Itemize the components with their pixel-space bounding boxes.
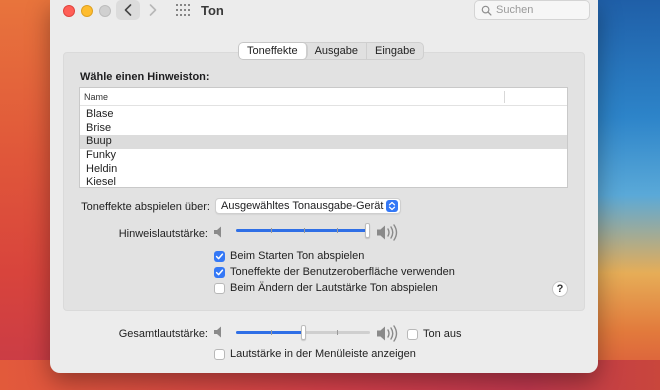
desktop-wallpaper-right (596, 0, 660, 390)
list-item[interactable]: Blase (80, 108, 567, 122)
title-bar: Ton Suchen (50, 0, 598, 24)
ui-sound-effects-row[interactable]: Toneffekte der Benutzeroberfläche verwen… (214, 265, 455, 279)
volume-feedback-row[interactable]: Beim Ändern der Lautstärke Ton abspielen (214, 281, 438, 295)
list-column-header[interactable]: Name (80, 88, 567, 106)
list-item[interactable]: Heldin (80, 163, 567, 177)
volume-feedback-label: Beim Ändern der Lautstärke Ton abspielen (230, 282, 438, 294)
window-title: Ton (201, 3, 224, 18)
show-all-grid-icon[interactable] (176, 4, 190, 16)
sound-preferences-window: Ton Suchen Toneffekte Ausgabe Eingabe Wä… (50, 0, 598, 373)
alert-sound-list[interactable]: Name Blase Brise Buup Funky Heldin Kiese… (79, 87, 568, 188)
chevron-right-icon (149, 4, 157, 16)
slider-tick (271, 228, 272, 233)
chevron-left-icon (124, 4, 132, 16)
output-device-popup[interactable]: Ausgewähltes Tonausgabe-Gerät (215, 198, 401, 214)
play-via-label: Toneffekte abspielen über: (81, 201, 210, 213)
list-item[interactable]: Kiesel (80, 176, 567, 187)
tab-bar: Toneffekte Ausgabe Eingabe (238, 42, 425, 60)
alert-volume-label: Hinweislautstärke: (118, 228, 208, 240)
minimize-button[interactable] (81, 5, 93, 17)
slider-fill (236, 229, 367, 232)
search-field[interactable]: Suchen (474, 0, 590, 20)
alert-sound-heading: Wähle einen Hinweiston: (80, 71, 210, 83)
speaker-low-icon (214, 226, 221, 238)
slider-fill (236, 331, 303, 334)
startup-sound-checkbox[interactable] (214, 250, 225, 262)
slider-tick (271, 330, 272, 335)
tab-ausgabe[interactable]: Ausgabe (307, 43, 367, 59)
list-body: Blase Brise Buup Funky Heldin Kiesel (80, 106, 567, 187)
menubar-volume-label: Lautstärke in der Menüleiste anzeigen (230, 348, 416, 360)
speaker-high-icon (377, 224, 398, 241)
zoom-button[interactable] (99, 5, 111, 17)
checkmark-icon (215, 252, 224, 259)
slider-knob[interactable] (365, 223, 370, 238)
mute-row[interactable]: Ton aus (407, 327, 462, 341)
column-name-label: Name (84, 92, 109, 102)
mute-label: Ton aus (423, 328, 462, 340)
column-separator (504, 91, 505, 103)
tab-toneffekte[interactable]: Toneffekte (239, 43, 307, 59)
slider-tick (304, 228, 305, 233)
speaker-high-icon (377, 325, 398, 342)
help-button[interactable]: ? (552, 281, 568, 297)
checkmark-icon (215, 268, 224, 275)
slider-tick (337, 330, 338, 335)
speaker-low-icon (214, 326, 221, 338)
forward-button[interactable] (141, 0, 165, 20)
close-button[interactable] (63, 5, 75, 17)
slider-tick (337, 228, 338, 233)
output-volume-slider[interactable] (236, 324, 370, 340)
startup-sound-row[interactable]: Beim Starten Ton abspielen (214, 249, 364, 263)
output-volume-label: Gesamtlautstärke: (118, 328, 208, 340)
alert-volume-slider[interactable] (236, 222, 370, 238)
tab-eingabe[interactable]: Eingabe (367, 43, 423, 59)
mute-checkbox[interactable] (407, 328, 418, 340)
startup-sound-label: Beim Starten Ton abspielen (230, 250, 365, 262)
list-item-selected[interactable]: Buup (80, 135, 567, 150)
volume-feedback-checkbox[interactable] (214, 282, 225, 294)
slider-knob[interactable] (301, 325, 306, 340)
menubar-volume-checkbox[interactable] (214, 348, 225, 360)
search-icon (481, 5, 492, 16)
ui-sound-effects-checkbox[interactable] (214, 266, 225, 278)
search-placeholder: Suchen (496, 4, 534, 16)
popup-chevron-icon (386, 200, 398, 212)
ui-sound-effects-label: Toneffekte der Benutzeroberfläche verwen… (230, 266, 455, 278)
back-button[interactable] (116, 0, 140, 20)
menubar-volume-row[interactable]: Lautstärke in der Menüleiste anzeigen (214, 347, 416, 361)
output-device-value: Ausgewähltes Tonausgabe-Gerät (221, 200, 384, 212)
list-item[interactable]: Brise (80, 122, 567, 136)
list-item[interactable]: Funky (80, 149, 567, 163)
